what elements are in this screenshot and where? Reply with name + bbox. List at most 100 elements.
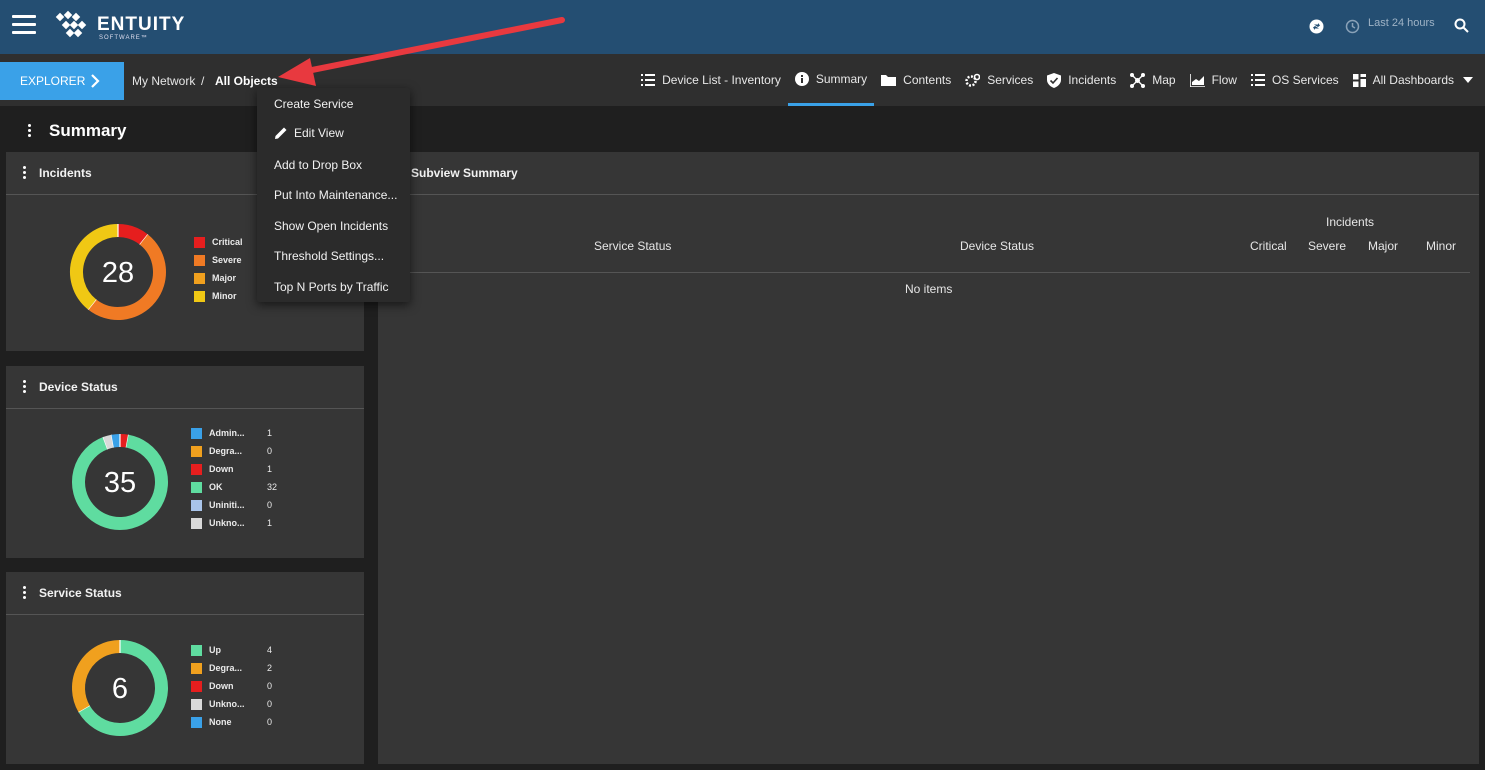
search-icon[interactable] bbox=[1454, 18, 1469, 33]
menu-item-edit-view[interactable]: Edit View bbox=[274, 126, 344, 140]
grid-icon bbox=[1352, 73, 1366, 87]
list-icon bbox=[1250, 74, 1265, 86]
tab-label: Summary bbox=[815, 71, 868, 86]
pencil-icon bbox=[275, 127, 287, 139]
subview-summary-header: Subview Summary bbox=[378, 152, 1479, 195]
incidents-column-group: Incidents bbox=[1326, 215, 1375, 229]
menu-item-put-into-maintenance[interactable]: Put Into Maintenance... bbox=[274, 188, 397, 202]
service-status-donut-chart[interactable]: 6 bbox=[70, 638, 170, 738]
service-status-legend: Up 4 Degra... 2 Down 0 Unkno... 0 None 0 bbox=[191, 641, 272, 731]
folder-icon bbox=[881, 75, 897, 86]
refresh-icon[interactable] bbox=[1309, 19, 1324, 34]
list-icon bbox=[641, 74, 656, 86]
tab-os-services[interactable]: OS Services bbox=[1244, 54, 1346, 106]
table-header-divider bbox=[390, 272, 1470, 273]
panel-title: Device Status bbox=[39, 380, 118, 394]
page-title: Summary bbox=[49, 121, 127, 140]
incidents-legend: Critical Severe Major Minor bbox=[194, 233, 243, 305]
tab-incidents[interactable]: Incidents bbox=[1040, 54, 1123, 106]
column-header-service-status[interactable]: Service Status bbox=[594, 239, 671, 253]
device-status-donut-chart[interactable]: 35 bbox=[70, 432, 170, 532]
tab-label: Contents bbox=[903, 73, 952, 87]
view-tabs: Device List - Inventory Summary Contents… bbox=[634, 54, 1485, 106]
legend-item[interactable]: Down 1 bbox=[191, 460, 272, 478]
legend-item[interactable]: Critical bbox=[194, 233, 243, 251]
donut-slice-admin bbox=[111, 434, 121, 448]
info-icon bbox=[794, 71, 809, 86]
column-header-severe[interactable]: Severe bbox=[1308, 239, 1346, 253]
donut-total: 28 bbox=[102, 257, 134, 289]
legend-item[interactable]: Degra... 2 bbox=[191, 659, 272, 677]
tab-label: Map bbox=[1152, 73, 1176, 87]
device-status-legend: Admin... 1 Degra... 0 Down 1 OK 32 Uniniti..… bbox=[191, 424, 277, 532]
column-header-critical[interactable]: Critical bbox=[1250, 239, 1287, 253]
legend-item[interactable]: Minor bbox=[194, 287, 243, 305]
device-status-panel-header: Device Status bbox=[6, 366, 364, 409]
menu-item-top-n-ports[interactable]: Top N Ports by Traffic bbox=[274, 280, 389, 294]
breadcrumb-my-network[interactable]: My Network bbox=[132, 74, 195, 88]
tab-all-dashboards[interactable]: All Dashboards bbox=[1346, 54, 1485, 106]
explorer-button[interactable]: EXPLORER bbox=[0, 62, 124, 100]
chevron-right-icon bbox=[91, 74, 100, 88]
tab-flow[interactable]: Flow bbox=[1183, 54, 1244, 106]
explorer-label: EXPLORER bbox=[20, 74, 86, 88]
donut-slice-down bbox=[119, 434, 129, 448]
legend-item[interactable]: None 0 bbox=[191, 713, 272, 731]
hamburger-menu-icon[interactable] bbox=[12, 15, 36, 35]
time-range-label[interactable]: Last 24 hours bbox=[1368, 17, 1435, 29]
chevron-down-icon bbox=[1463, 77, 1473, 83]
menu-item-add-to-drop-box[interactable]: Add to Drop Box bbox=[274, 158, 362, 172]
tab-map[interactable]: Map bbox=[1123, 54, 1182, 106]
legend-item[interactable]: Major bbox=[194, 269, 243, 287]
menu-item-create-service[interactable]: Create Service bbox=[274, 97, 353, 111]
legend-item[interactable]: Uniniti... 0 bbox=[191, 496, 272, 514]
tab-device-list[interactable]: Device List - Inventory bbox=[634, 54, 788, 106]
incidents-options-icon[interactable] bbox=[23, 165, 27, 181]
legend-item[interactable]: Admin... 1 bbox=[191, 424, 272, 442]
logo-name: ENTUITY bbox=[97, 14, 186, 35]
legend-item[interactable]: Unkno... 0 bbox=[191, 695, 272, 713]
tab-label: Device List - Inventory bbox=[662, 73, 781, 87]
donut-slice-critical bbox=[117, 224, 148, 245]
panel-title: Subview Summary bbox=[411, 166, 518, 180]
menu-item-show-open-incidents[interactable]: Show Open Incidents bbox=[274, 219, 388, 233]
breadcrumb-separator: / bbox=[201, 74, 205, 88]
service-status-options-icon[interactable] bbox=[23, 585, 27, 601]
panel-title: Service Status bbox=[39, 586, 122, 600]
breadcrumb-all-objects[interactable]: All Objects bbox=[215, 74, 278, 88]
donut-slice-unkno bbox=[103, 434, 114, 450]
legend-item[interactable]: Up 4 bbox=[191, 641, 272, 659]
summary-header: Summary bbox=[0, 106, 1485, 152]
tab-label: Services bbox=[987, 73, 1034, 87]
tab-contents[interactable]: Contents bbox=[874, 54, 958, 106]
nav-bar: EXPLORER My Network / All Objects Device… bbox=[0, 54, 1485, 106]
tab-label: All Dashboards bbox=[1372, 73, 1454, 87]
tab-label: Flow bbox=[1211, 73, 1237, 87]
network-icon bbox=[1130, 72, 1146, 88]
service-status-panel: Service Status 6 Up 4 Degra... 2 Down 0 Unk… bbox=[6, 572, 364, 764]
context-menu: Create Service Edit View Add to Drop Box… bbox=[257, 88, 410, 302]
subview-summary-panel: Subview Summary Incidents Service Status… bbox=[378, 152, 1479, 764]
summary-options-icon[interactable] bbox=[28, 124, 32, 139]
legend-item[interactable]: Degra... 0 bbox=[191, 442, 272, 460]
legend-item[interactable]: Severe bbox=[194, 251, 243, 269]
clock-icon[interactable] bbox=[1345, 19, 1360, 34]
entuity-logo: ENTUITY SOFTWARE™ bbox=[55, 10, 185, 44]
tab-label: Incidents bbox=[1068, 73, 1117, 87]
legend-item[interactable]: Down 0 bbox=[191, 677, 272, 695]
tab-summary[interactable]: Summary bbox=[787, 54, 875, 106]
column-header-minor[interactable]: Minor bbox=[1426, 239, 1456, 253]
incidents-donut-chart[interactable]: 28 bbox=[68, 222, 168, 322]
menu-item-threshold-settings[interactable]: Threshold Settings... bbox=[274, 249, 384, 263]
legend-item[interactable]: Unkno... 1 bbox=[191, 514, 272, 532]
panel-title: Incidents bbox=[39, 166, 92, 180]
gears-icon bbox=[965, 73, 981, 87]
column-header-major[interactable]: Major bbox=[1368, 239, 1398, 253]
column-header-device-status[interactable]: Device Status bbox=[960, 239, 1034, 253]
device-status-options-icon[interactable] bbox=[23, 379, 27, 395]
logo-mark-icon bbox=[55, 10, 87, 38]
chart-icon bbox=[1189, 73, 1205, 87]
legend-item[interactable]: OK 32 bbox=[191, 478, 277, 496]
tab-services[interactable]: Services bbox=[958, 54, 1040, 106]
device-status-panel: Device Status 35 Admin... 1 Degra... 0 Dow… bbox=[6, 366, 364, 558]
